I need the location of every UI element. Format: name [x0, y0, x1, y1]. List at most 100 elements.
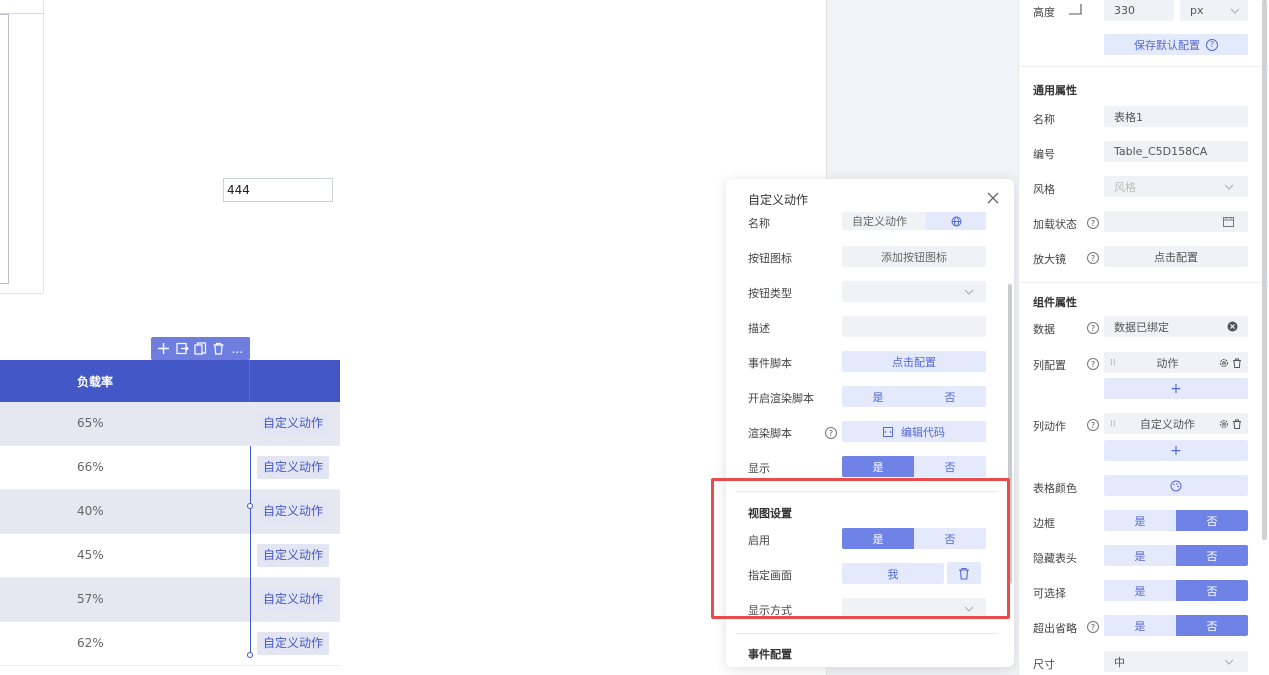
yes-option[interactable]: 是 [1104, 545, 1176, 566]
divider [1019, 282, 1269, 283]
id-input[interactable]: Table_C5D158CA [1104, 141, 1248, 162]
help-icon[interactable]: ? [1206, 38, 1218, 51]
gear-icon[interactable] [1219, 358, 1229, 368]
add-icon[interactable] [156, 341, 171, 357]
table-color-picker[interactable] [1104, 475, 1248, 496]
table-row: 65% 自定义动作 [0, 402, 340, 446]
help-icon[interactable]: ? [825, 427, 837, 439]
help-icon[interactable]: ? [1087, 322, 1099, 334]
custom-action-button[interactable]: 自定义动作 [257, 588, 330, 611]
custom-action-button[interactable]: 自定义动作 [257, 632, 330, 655]
magnifier-label: 放大镜 [1033, 253, 1066, 266]
edit-code-button[interactable]: 编辑代码 [842, 421, 986, 442]
save-default-config-button[interactable]: 保存默认配置 ? [1104, 34, 1248, 55]
magnifier-config-button[interactable]: 点击配置 [1104, 246, 1248, 267]
data-binding-value: 数据已绑定 [1114, 320, 1169, 334]
custom-action-button[interactable]: 自定义动作 [257, 544, 330, 567]
delete-icon[interactable] [211, 341, 226, 357]
yes-option[interactable]: 是 [842, 386, 914, 407]
yes-option[interactable]: 是 [842, 456, 914, 477]
description-input[interactable] [842, 316, 986, 337]
calendar-icon [1223, 217, 1234, 227]
help-icon[interactable]: ? [1087, 217, 1099, 229]
custom-action-button[interactable]: 自定义动作 [257, 500, 330, 523]
selectable-toggle: 是 否 [1104, 580, 1248, 601]
drag-handle-icon[interactable]: ⁞⁞ [1110, 358, 1116, 368]
help-icon[interactable]: ? [1087, 252, 1099, 264]
resize-handle[interactable] [247, 503, 253, 509]
column-config-item[interactable]: ⁞⁞ 动作 [1104, 352, 1248, 373]
no-option[interactable]: 否 [914, 386, 986, 407]
custom-action-button[interactable]: 自定义动作 [257, 456, 330, 479]
common-props-section-title: 通用属性 [1033, 84, 1077, 97]
chevron-down-icon [964, 289, 974, 295]
name-input[interactable]: 表格1 [1104, 106, 1248, 127]
more-icon[interactable]: ... [230, 341, 245, 357]
code-icon [883, 426, 893, 437]
panel-scrollbar[interactable] [1262, 0, 1267, 540]
add-column-button[interactable]: + [1104, 378, 1248, 399]
move-icon[interactable] [174, 341, 189, 357]
help-icon[interactable]: ? [1087, 419, 1099, 431]
divider [736, 633, 998, 634]
button-type-select[interactable] [842, 281, 986, 302]
border-label: 边框 [1033, 517, 1055, 530]
table-header: 负载率 [0, 360, 340, 402]
description-label: 描述 [748, 322, 770, 335]
chevron-down-icon [1224, 184, 1234, 190]
yes-option[interactable]: 是 [1104, 615, 1176, 636]
no-option[interactable]: 否 [914, 456, 986, 477]
globe-icon[interactable] [926, 212, 986, 230]
column-action-item-label: 自定义动作 [1139, 417, 1195, 431]
yes-option[interactable]: 是 [1104, 510, 1176, 531]
trash-icon[interactable] [1232, 419, 1242, 429]
unit-select[interactable]: px [1180, 0, 1248, 21]
size-select[interactable]: 中 [1104, 651, 1248, 672]
cell-load-rate: 40% [77, 504, 104, 518]
no-option[interactable]: 否 [1176, 580, 1248, 601]
cell-load-rate: 45% [77, 548, 104, 562]
unit-value: px [1190, 4, 1204, 17]
column-config-item-label: 动作 [1156, 356, 1179, 370]
event-script-config-button[interactable]: 点击配置 [842, 351, 986, 372]
gear-icon[interactable] [1219, 419, 1229, 429]
hide-header-toggle: 是 否 [1104, 545, 1248, 566]
height-input[interactable]: 330 [1104, 0, 1174, 21]
name-input[interactable]: 自定义动作 [842, 212, 986, 230]
copy-icon[interactable] [193, 341, 208, 357]
text-input-widget[interactable]: 444 [223, 178, 333, 202]
add-action-button[interactable]: + [1104, 440, 1248, 461]
help-icon[interactable]: ? [1087, 621, 1099, 633]
highlight-box [711, 478, 1010, 619]
table-row: 40% 自定义动作 [0, 490, 340, 534]
style-select[interactable]: 风格 [1104, 176, 1248, 197]
add-button-icon-button[interactable]: 添加按钮图标 [842, 246, 986, 267]
help-icon[interactable]: ? [1087, 358, 1099, 370]
link-bracket-icon[interactable] [1067, 0, 1085, 16]
border-toggle: 是 否 [1104, 510, 1248, 531]
column-action-label: 列动作 [1033, 420, 1066, 433]
partial-widget-header [0, 0, 44, 14]
data-binding-field[interactable]: 数据已绑定 [1104, 316, 1248, 337]
column-action-item[interactable]: ⁞⁞ 自定义动作 [1104, 413, 1248, 434]
table-row: 45% 自定义动作 [0, 534, 340, 578]
resize-handle[interactable] [247, 652, 253, 658]
drag-handle-icon[interactable]: ⁞⁞ [1110, 419, 1116, 429]
custom-action-button[interactable]: 自定义动作 [257, 412, 330, 435]
column-header-load-rate[interactable]: 负载率 [77, 373, 113, 390]
clear-icon[interactable] [1227, 321, 1238, 332]
loading-state-input[interactable] [1104, 211, 1248, 232]
no-option[interactable]: 否 [1176, 510, 1248, 531]
yes-option[interactable]: 是 [1104, 580, 1176, 601]
event-script-label: 事件脚本 [748, 357, 792, 370]
edit-code-label: 编辑代码 [901, 425, 945, 439]
trash-icon[interactable] [1232, 358, 1242, 368]
no-option[interactable]: 否 [1176, 615, 1248, 636]
id-label: 编号 [1033, 148, 1055, 161]
no-option[interactable]: 否 [1176, 545, 1248, 566]
column-config-label: 列配置 [1033, 359, 1066, 372]
component-toolbar: ... [151, 337, 250, 360]
close-icon[interactable] [986, 191, 1000, 205]
cell-load-rate: 57% [77, 592, 104, 606]
size-label: 尺寸 [1033, 658, 1055, 671]
